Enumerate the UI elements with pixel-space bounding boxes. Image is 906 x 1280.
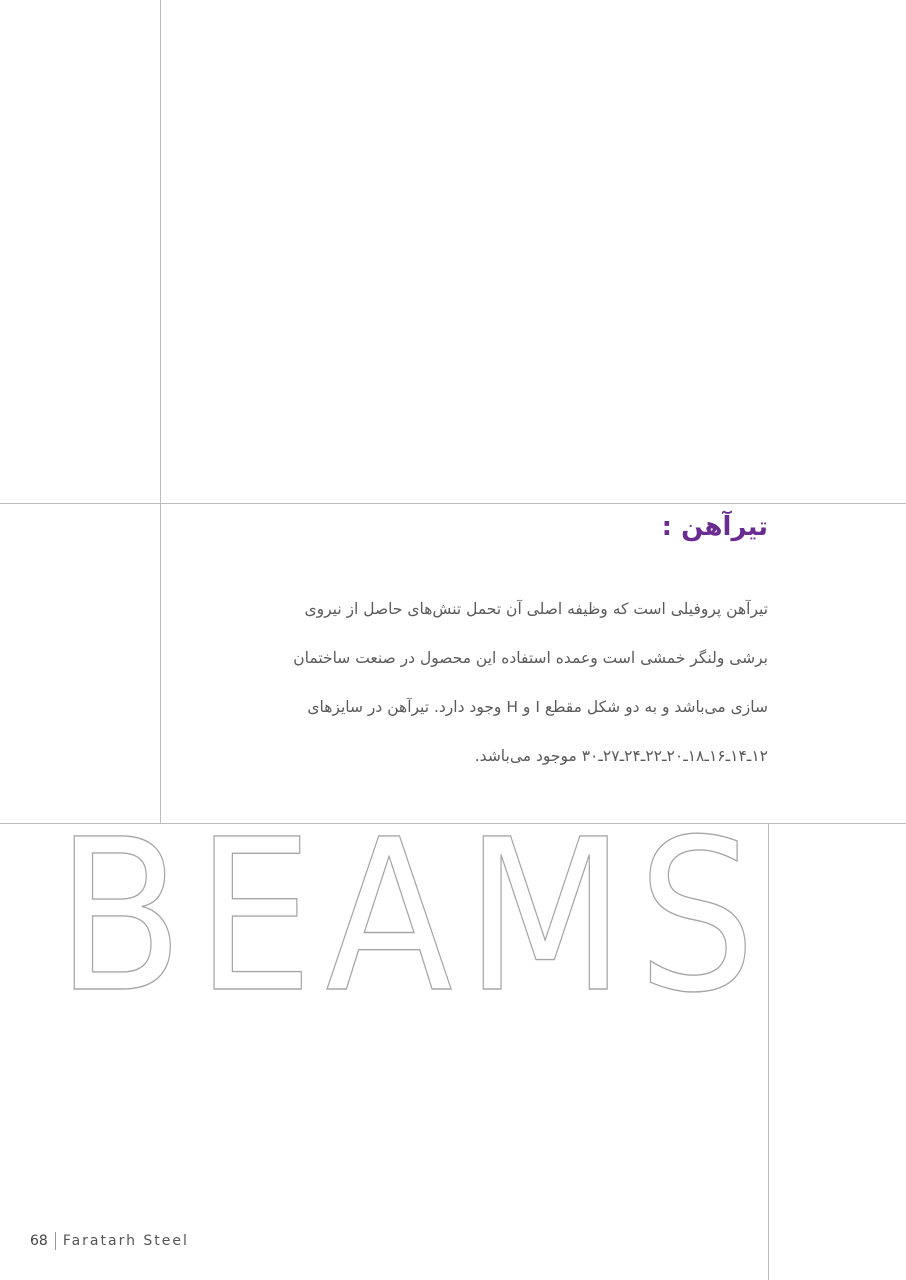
description-paragraph: تیرآهن پروفیلی است که وظیفه اصلی آن تحمل… xyxy=(278,585,768,781)
paragraph-line: سازی می‌باشد و به دو شکل مقطع I و H وجود… xyxy=(307,698,768,716)
outline-title-graphic: BEAMS xyxy=(55,826,768,1006)
paragraph-line: برشی ولنگر خمشی است وعمده استفاده این مح… xyxy=(293,649,768,667)
horizontal-rule-top xyxy=(0,503,906,504)
paragraph-line: ۱۲ـ۱۴ـ۱۶ـ۱۸ـ۲۰ـ۲۲ـ۲۴ـ۲۷ـ۳۰ موجود می‌باشد… xyxy=(474,747,768,765)
horizontal-rule-bottom xyxy=(0,823,906,824)
section-heading: تیرآهن : xyxy=(661,512,768,542)
paragraph-line: تیرآهن پروفیلی است که وظیفه اصلی آن تحمل… xyxy=(304,600,768,618)
page-footer: 68 Faratarh Steel xyxy=(30,1232,189,1250)
brand-name: Faratarh Steel xyxy=(62,1233,189,1249)
footer-divider xyxy=(54,1232,56,1250)
vertical-rule-left xyxy=(160,0,161,823)
page-number: 68 xyxy=(30,1233,48,1249)
outline-title-text: BEAMS xyxy=(56,826,768,1006)
